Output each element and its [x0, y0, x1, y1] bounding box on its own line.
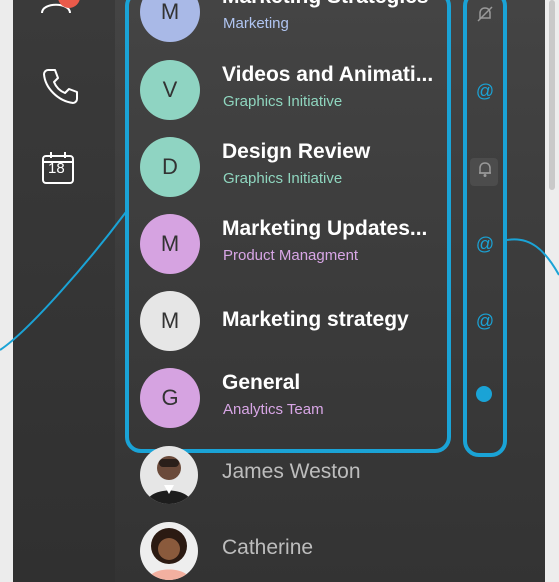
annotation-connector-lines — [0, 211, 559, 351]
